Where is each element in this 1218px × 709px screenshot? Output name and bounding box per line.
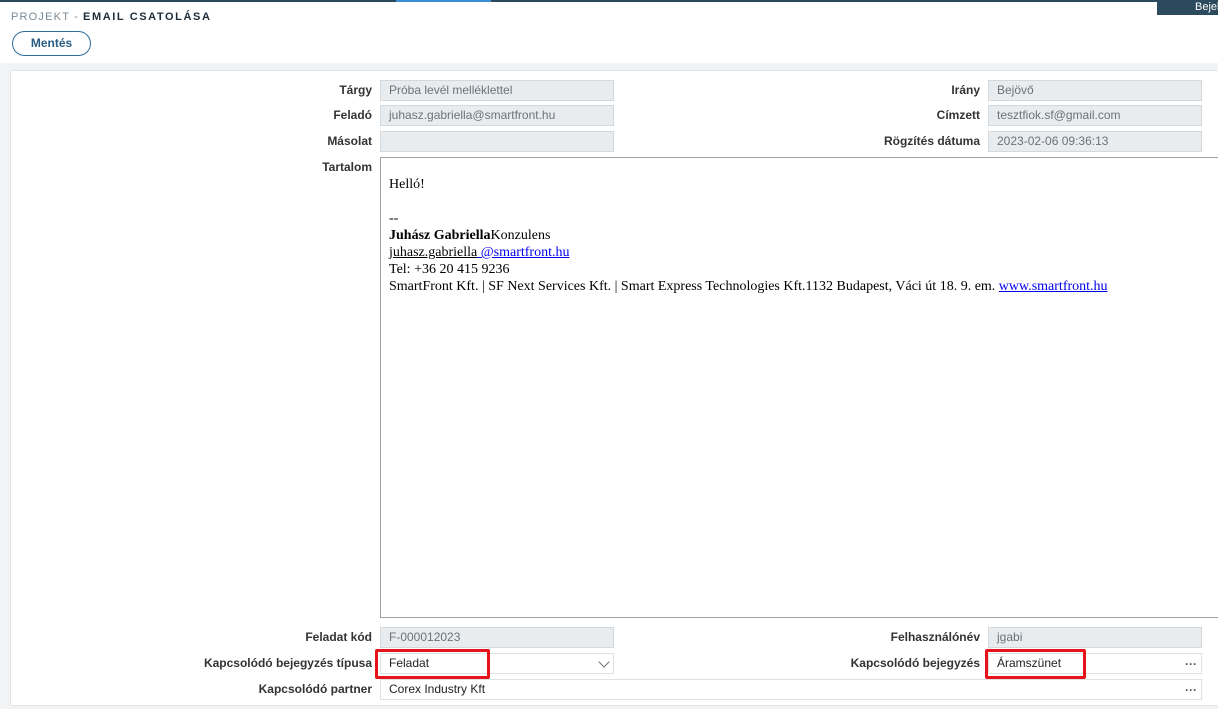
email-signature-title: Konzulens — [490, 228, 551, 243]
email-signature-phone: Tel: +36 20 415 9236 — [389, 262, 510, 277]
chevron-down-icon[interactable] — [598, 656, 610, 668]
email-content-viewer[interactable]: Helló! -- Juhász GabriellaKonzulens juha… — [380, 157, 1218, 618]
related-entry-lookup[interactable]: Áramszünet ··· — [988, 653, 1202, 674]
email-signature-email-user[interactable]: juhasz.gabriella — [389, 245, 477, 260]
related-partner-value: Corex Industry Kft — [389, 682, 486, 696]
email-greeting: Helló! — [389, 177, 425, 192]
sender-label: Feladó — [333, 108, 372, 122]
breadcrumb-separator: - — [74, 11, 80, 23]
content-label: Tartalom — [322, 160, 372, 174]
task-code-field: F-000012023 — [380, 627, 614, 648]
related-type-value: Feladat — [389, 656, 430, 670]
email-signature-name-line: Juhász GabriellaKonzulens — [389, 227, 1218, 244]
ellipsis-icon[interactable]: ··· — [1185, 655, 1197, 673]
breadcrumb: PROJEKT - EMAIL CSATOLÁSA — [11, 11, 212, 23]
email-signature-email-link[interactable]: @smartfront.hu — [477, 245, 570, 260]
related-entry-label: Kapcsolódó bejegyzés — [850, 656, 980, 670]
recipient-label: Címzett — [936, 108, 980, 122]
subject-field: Próba levél melléklettel — [380, 80, 614, 101]
related-type-select[interactable]: Feladat — [380, 653, 614, 674]
subject-label: Tárgy — [339, 83, 372, 97]
save-button[interactable]: Mentés — [12, 31, 91, 56]
related-type-label: Kapcsolódó bejegyzés típusa — [203, 656, 372, 670]
user-tab[interactable]: Bejelentkezés — [1157, 0, 1218, 15]
page-title: EMAIL CSATOLÁSA — [83, 11, 212, 23]
related-entry-value: Áramszünet — [997, 656, 1062, 670]
cc-field — [380, 131, 614, 152]
related-partner-lookup[interactable]: Corex Industry Kft ··· — [380, 679, 1202, 700]
related-partner-label: Kapcsolódó partner — [258, 682, 372, 696]
email-signature-web-link[interactable]: www.smartfront.hu — [999, 279, 1108, 294]
direction-label: Irány — [951, 83, 980, 97]
task-code-label: Feladat kód — [305, 630, 372, 644]
direction-field: Bejövő — [988, 80, 1202, 101]
email-signature-company: SmartFront Kft. | SF Next Services Kft. … — [389, 279, 999, 294]
username-label: Felhasználónév — [890, 630, 980, 644]
email-signature-separator: -- — [389, 211, 399, 226]
email-signature-company-line: SmartFront Kft. | SF Next Services Kft. … — [389, 278, 1218, 295]
username-field: jgabi — [988, 627, 1202, 648]
recorded-date-label: Rögzítés dátuma — [883, 134, 980, 148]
ellipsis-icon[interactable]: ··· — [1185, 681, 1197, 699]
sender-field: juhasz.gabriella@smartfront.hu — [380, 105, 614, 126]
breadcrumb-parent[interactable]: PROJEKT — [11, 11, 70, 23]
cc-label: Másolat — [327, 134, 372, 148]
recipient-field: tesztfiok.sf@gmail.com — [988, 105, 1202, 126]
top-bar — [0, 0, 1218, 2]
email-signature-email-line: juhasz.gabriella @smartfront.hu — [389, 244, 1218, 261]
top-bar-active-indicator — [396, 0, 491, 2]
email-signature-name: Juhász Gabriella — [389, 228, 491, 243]
recorded-date-field: 2023-02-06 09:36:13 — [988, 131, 1202, 152]
